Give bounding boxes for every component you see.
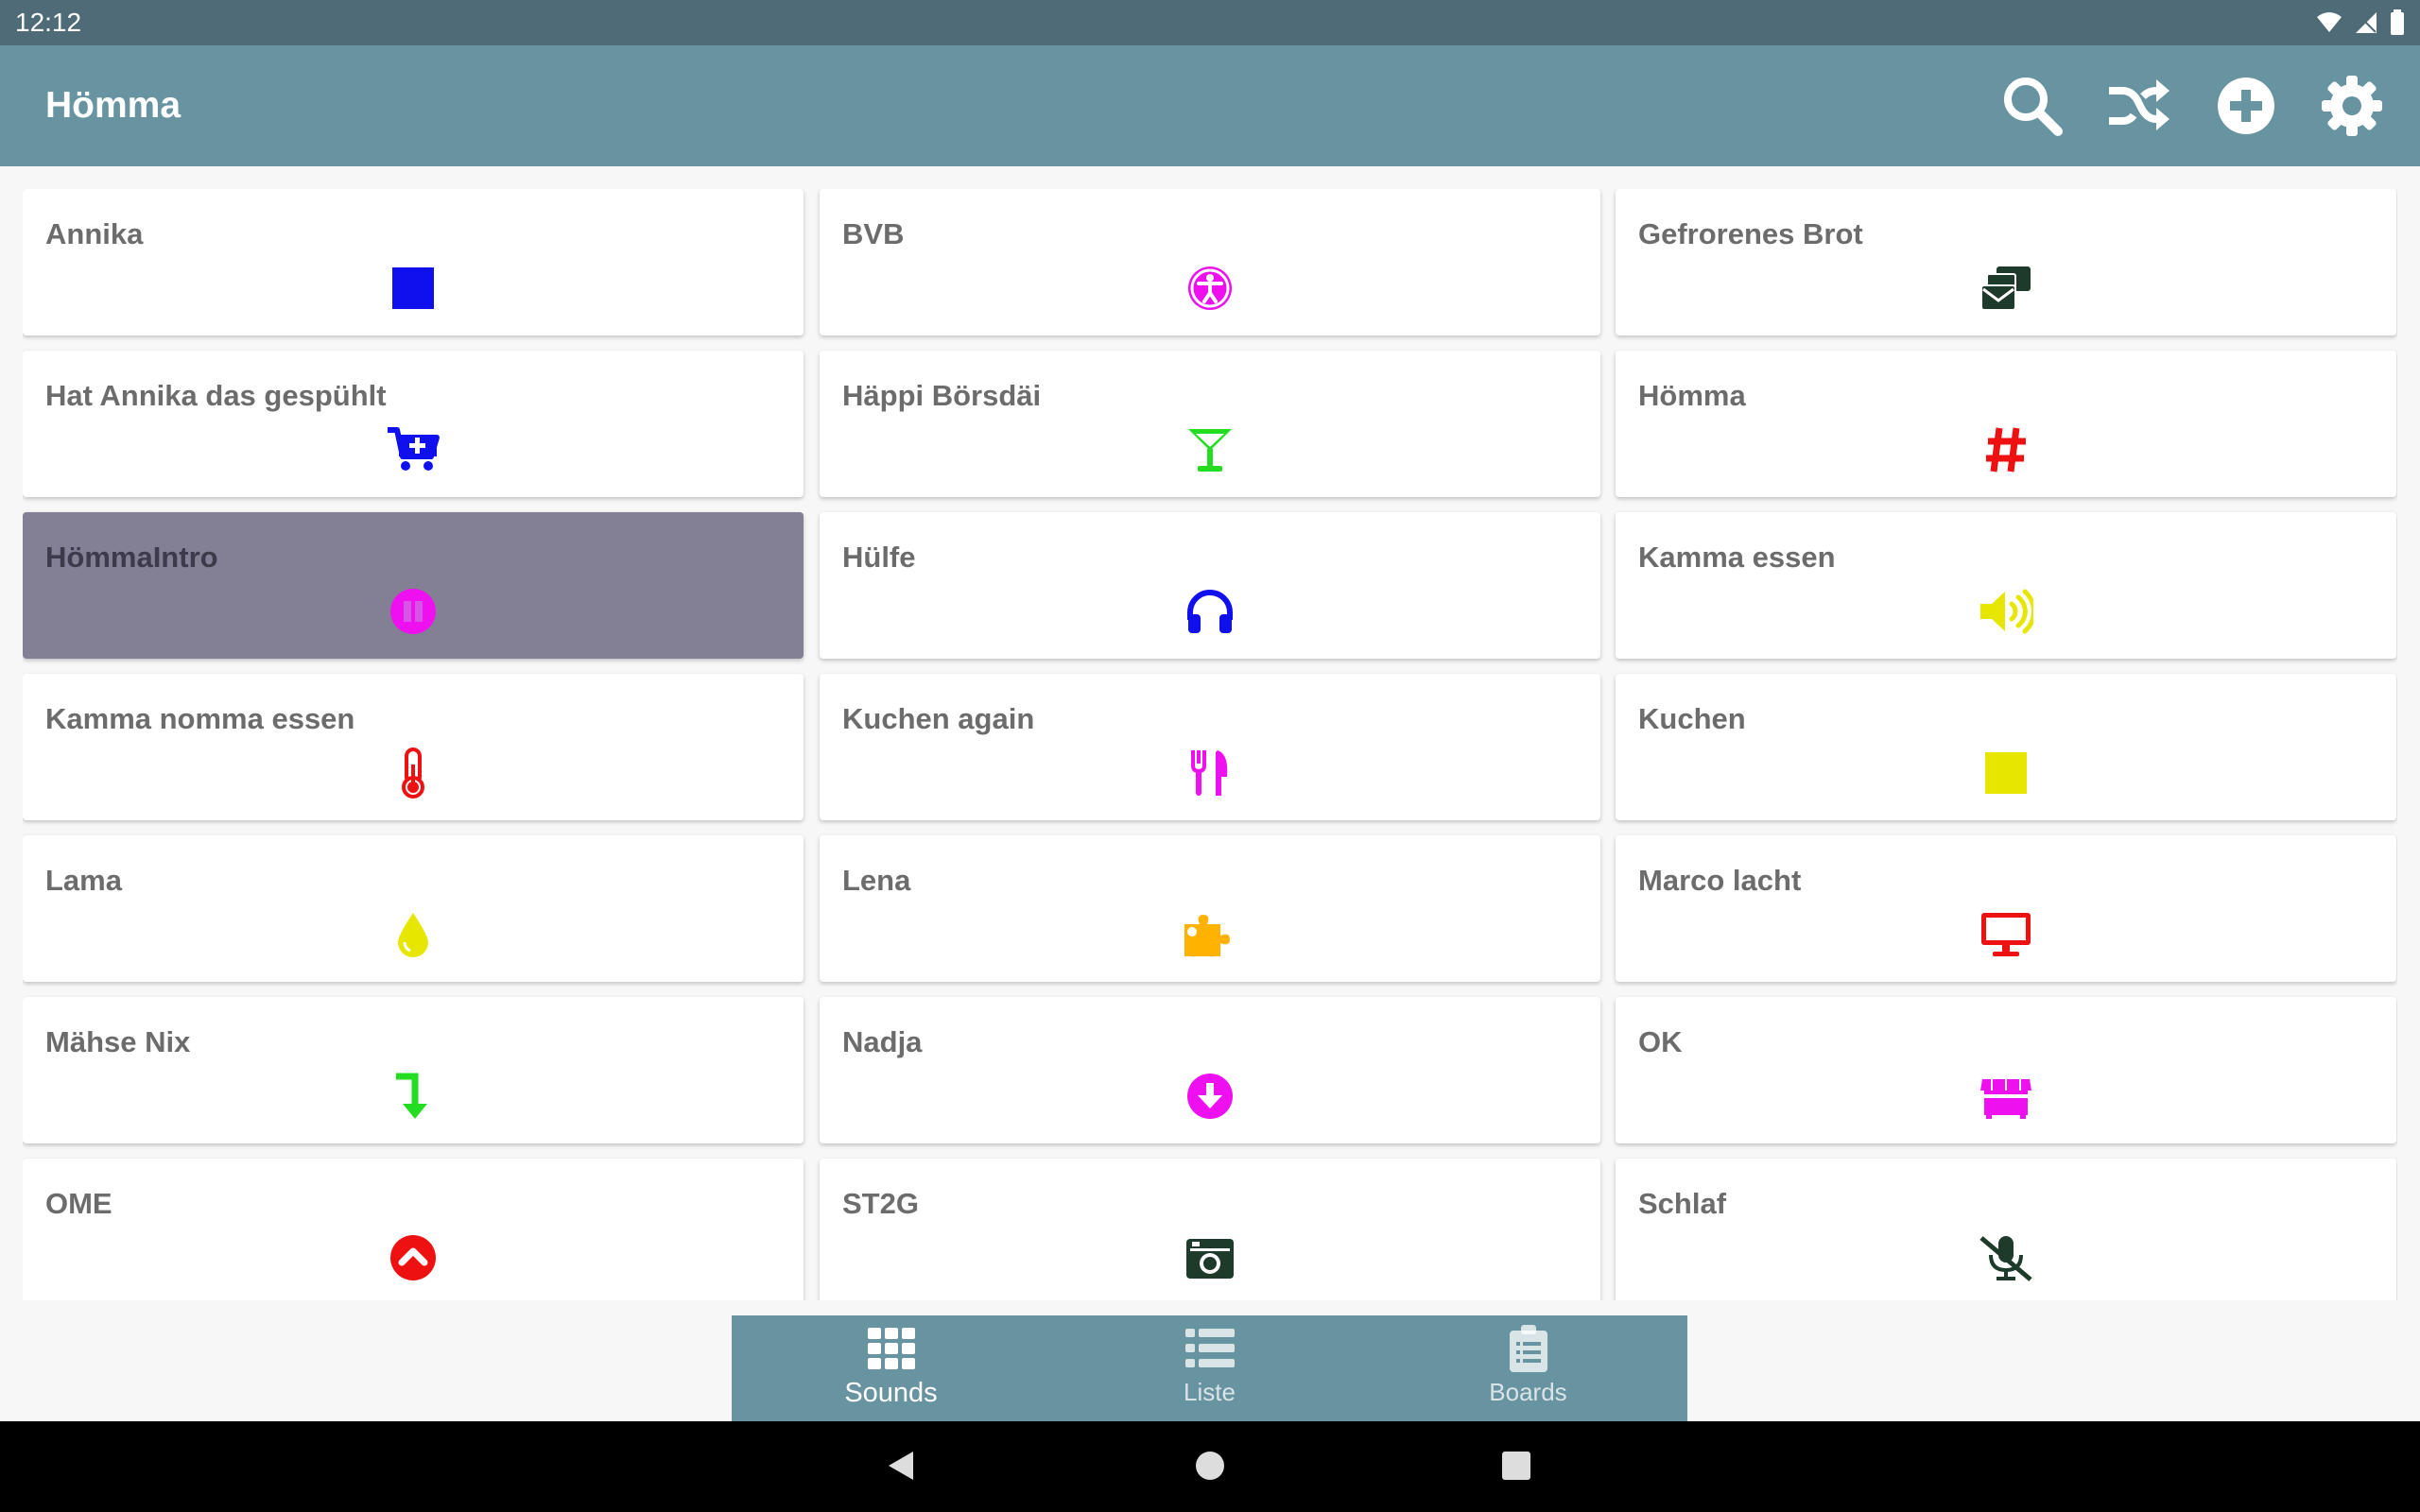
sound-card[interactable]: Schlaf — [1616, 1159, 2396, 1300]
pause-circle-icon — [385, 583, 441, 640]
sound-card[interactable]: Lama — [23, 835, 804, 982]
nav-item-boards[interactable]: Boards — [1369, 1315, 1687, 1421]
settings-button[interactable] — [2320, 74, 2384, 138]
clipboard-icon — [1502, 1325, 1555, 1372]
hashtag-icon — [1978, 421, 2034, 478]
sound-card-label: Lama — [45, 864, 122, 897]
status-icons — [2316, 9, 2405, 36]
nav-item-sounds[interactable]: Sounds — [732, 1315, 1050, 1421]
puzzle-piece-icon — [1182, 906, 1238, 963]
recents-icon[interactable] — [1501, 1450, 1531, 1482]
back-icon[interactable] — [887, 1450, 915, 1482]
sound-card-label: Lena — [842, 864, 911, 897]
sound-card[interactable]: Kuchen — [1616, 674, 2396, 820]
utensils-icon — [1182, 745, 1238, 801]
nav-label-boards: Boards — [1489, 1378, 1567, 1406]
grid-icon — [865, 1327, 918, 1370]
sound-card-label: HömmaIntro — [45, 541, 218, 574]
add-circle-icon — [2218, 77, 2274, 134]
desktop-icon — [1978, 906, 2034, 963]
sound-card-label: Hat Annika das gespühlt — [45, 379, 387, 412]
microphone-slash-icon — [1978, 1229, 2034, 1286]
thermometer-icon — [385, 745, 441, 801]
cart-plus-icon — [385, 421, 441, 478]
sound-card[interactable]: Marco lacht — [1616, 835, 2396, 982]
sound-card[interactable]: OK — [1616, 997, 2396, 1143]
settings-gear-icon — [2322, 76, 2382, 136]
sound-card-label: Annika — [45, 217, 144, 250]
arrow-circle-down-icon — [1182, 1068, 1238, 1125]
camera-retro-icon — [1182, 1229, 1238, 1286]
nav-label-sounds: Sounds — [844, 1378, 938, 1408]
sound-card-label: Häppi Börsdäi — [842, 379, 1042, 412]
signal-icon — [2356, 12, 2377, 33]
accessibility-icon — [1182, 260, 1238, 317]
sound-card[interactable]: BVB — [820, 189, 1600, 335]
sound-card-label: Kuchen — [1638, 702, 1746, 735]
sound-card[interactable]: Nadja — [820, 997, 1600, 1143]
stop-square-icon — [385, 260, 441, 317]
sound-card-label: Nadja — [842, 1025, 923, 1058]
sound-card-label: OK — [1638, 1025, 1683, 1058]
sound-card-label: Kuchen again — [842, 702, 1035, 735]
sound-card-label: Hülfe — [842, 541, 916, 574]
sound-card[interactable]: Kuchen again — [820, 674, 1600, 820]
status-time: 12:12 — [15, 8, 82, 37]
sound-card[interactable]: Kamma essen — [1616, 512, 2396, 659]
sound-card-label: Gefrorenes Brot — [1638, 217, 1863, 250]
app-title: Hömma — [45, 85, 182, 126]
sound-card[interactable]: Gefrorenes Brot — [1616, 189, 2396, 335]
level-down-icon — [385, 1068, 441, 1125]
sound-card[interactable]: Annika — [23, 189, 804, 335]
nav-label-liste: Liste — [1184, 1378, 1236, 1406]
list-icon — [1184, 1327, 1236, 1370]
wifi-icon — [2317, 12, 2342, 32]
add-button[interactable] — [2214, 74, 2278, 138]
sound-card-label: OME — [45, 1187, 112, 1220]
sound-card[interactable]: Lena — [820, 835, 1600, 982]
status-bar: 12:12 — [0, 0, 2420, 45]
volume-up-icon — [1978, 583, 2034, 640]
stop-square-icon — [1978, 745, 2034, 801]
sound-card[interactable]: Hat Annika das gespühlt — [23, 351, 804, 497]
sound-card[interactable]: Häppi Börsdäi — [820, 351, 1600, 497]
app-bar: Hömma — [0, 45, 2420, 166]
sound-card-label: Mähse Nix — [45, 1025, 191, 1058]
headphones-icon — [1182, 583, 1238, 640]
tint-drop-icon — [385, 906, 441, 963]
sound-card[interactable]: Mähse Nix — [23, 997, 804, 1143]
search-button[interactable] — [2000, 74, 2065, 138]
sound-card-label: BVB — [842, 217, 905, 250]
cocktail-glass-icon — [1182, 421, 1238, 478]
dumpster-icon — [1978, 1068, 2034, 1125]
sound-card[interactable]: HömmaIntro — [23, 512, 804, 659]
sound-card-label: Kamma nomma essen — [45, 702, 355, 735]
sound-card[interactable]: Kamma nomma essen — [23, 674, 804, 820]
sound-card-label: Hömma — [1638, 379, 1746, 412]
chevron-circle-up-icon — [385, 1229, 441, 1286]
sound-grid: Annika BVB Gefrorenes Brot Hat Annika das g… — [23, 189, 2397, 1300]
nav-item-liste[interactable]: Liste — [1050, 1315, 1369, 1421]
bottom-navigation: Sounds Liste Boards — [732, 1315, 1687, 1421]
sound-card[interactable]: Hülfe — [820, 512, 1600, 659]
sound-card-label: Kamma essen — [1638, 541, 1836, 574]
shuffle-icon — [2109, 79, 2169, 130]
mail-bulk-icon — [1978, 260, 2034, 317]
home-icon[interactable] — [1195, 1450, 1225, 1482]
shuffle-button[interactable] — [2106, 74, 2170, 138]
sound-card-label: Schlaf — [1638, 1187, 1727, 1220]
sound-card[interactable]: OME — [23, 1159, 804, 1300]
sound-card-label: Marco lacht — [1638, 864, 1802, 897]
battery-icon — [2391, 9, 2404, 35]
search-icon — [2004, 77, 2063, 136]
sound-card-label: ST2G — [842, 1187, 919, 1220]
sound-card[interactable]: ST2G — [820, 1159, 1600, 1300]
sound-card[interactable]: Hömma — [1616, 351, 2396, 497]
system-navigation-bar — [0, 1421, 2420, 1512]
